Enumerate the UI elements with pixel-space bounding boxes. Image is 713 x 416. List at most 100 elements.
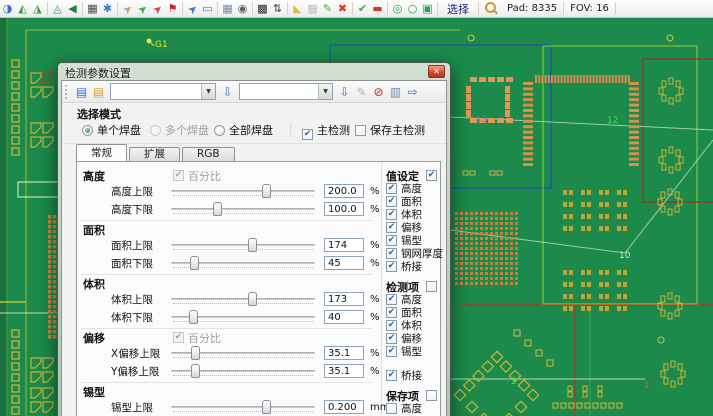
delete-icon[interactable]: ✖ — [335, 1, 350, 17]
slider-thumb[interactable] — [191, 346, 200, 360]
checkbox-icon: ✔ — [386, 248, 397, 259]
slider[interactable] — [171, 345, 315, 361]
chevron-down-icon[interactable]: ▼ — [318, 84, 332, 99]
diamond-pad — [500, 361, 511, 372]
apply-config-left-icon[interactable]: ⇩ — [219, 83, 236, 100]
close-button[interactable]: ✕ — [428, 65, 445, 78]
value-input[interactable]: 35.1 — [324, 364, 364, 378]
value-input[interactable]: 40 — [324, 310, 364, 324]
chevron-down-icon[interactable]: ▼ — [201, 84, 215, 99]
value-input[interactable]: 45 — [324, 256, 364, 270]
pcb-pad — [523, 141, 533, 144]
tab-常规[interactable]: 常规 — [76, 144, 127, 161]
pcb-pad — [470, 222, 473, 225]
export-icon[interactable]: ⇨ — [404, 83, 421, 100]
dialog-titlebar[interactable]: 检测参数设置 ✕ — [61, 65, 447, 80]
pcb-pad — [596, 75, 598, 83]
tab-扩展[interactable]: 扩展 — [129, 147, 180, 161]
value-input[interactable]: 0.200 — [324, 400, 364, 414]
slider[interactable] — [171, 183, 315, 199]
value-input[interactable]: 100.0 — [324, 202, 364, 216]
percent-checkbox[interactable]: ✔百分比 — [173, 168, 221, 184]
table-icon[interactable]: ▦ — [220, 1, 235, 17]
check-item[interactable]: ✔桥接 — [386, 260, 443, 273]
magnifier-icon[interactable] — [485, 2, 496, 13]
slider-thumb[interactable] — [262, 184, 271, 198]
percent-checkbox[interactable]: ✔百分比 — [173, 330, 221, 346]
mode-radio[interactable]: 多个焊盘 — [150, 122, 209, 138]
edit-config-icon[interactable]: ✎ — [353, 83, 370, 100]
diamond-pad — [473, 370, 484, 381]
pcb-pad — [460, 217, 463, 220]
save-config-icon[interactable]: ▤ — [90, 83, 107, 100]
pcb-pad — [661, 296, 665, 302]
slider[interactable] — [171, 291, 315, 307]
tile-view-icon[interactable]: ▩ — [255, 1, 270, 17]
check-item[interactable]: ✔桥接 — [386, 369, 443, 382]
load-config-icon[interactable]: ▤ — [73, 83, 90, 100]
check-item[interactable]: ✔锡型 — [386, 345, 443, 358]
edit-icon[interactable]: ✎ — [320, 1, 335, 17]
slider[interactable] — [171, 255, 315, 271]
image-icon[interactable]: ▦ — [85, 1, 100, 17]
grid-icon[interactable]: ▦ — [305, 1, 320, 17]
tab-RGB[interactable]: RGB — [182, 147, 235, 161]
slider[interactable] — [171, 237, 315, 253]
slider[interactable] — [171, 201, 315, 217]
target-icon[interactable]: ◎ — [390, 1, 405, 17]
tools-icon[interactable]: ✱ — [100, 1, 115, 17]
value-input[interactable]: 35.1 — [324, 346, 364, 360]
param-group-体积: 体积体积上限173%体积下限40% — [77, 277, 381, 326]
config-combo-1[interactable]: ▼ — [110, 83, 216, 100]
select-button[interactable]: 选择 — [447, 1, 469, 17]
slider-thumb[interactable] — [248, 238, 257, 252]
camera-icon[interactable]: ◉ — [235, 1, 250, 17]
config-combo-2[interactable]: ▼ — [239, 83, 333, 100]
pcb-pad — [460, 232, 463, 235]
confirm-icon[interactable]: ✔ — [355, 1, 370, 17]
section-master-checkbox[interactable] — [426, 281, 437, 292]
slider-thumb[interactable] — [190, 256, 199, 270]
value-input[interactable]: 173 — [324, 292, 364, 306]
pcb-pad — [465, 242, 468, 245]
pcb-pad — [629, 152, 639, 155]
remove-icon[interactable]: ▬ — [370, 1, 385, 17]
slider[interactable] — [171, 399, 315, 415]
sort-az-icon[interactable]: ⇅ — [270, 1, 285, 17]
value-input[interactable]: 174 — [324, 238, 364, 252]
value-input[interactable]: 200.0 — [324, 184, 364, 198]
pcb-pad — [490, 217, 493, 220]
slider-row: 体积上限173% — [77, 290, 381, 308]
slider-thumb[interactable] — [189, 310, 198, 324]
pcb-pad — [515, 272, 518, 275]
zoom-fit-icon[interactable]: ◮ — [30, 1, 45, 17]
pcb-pad — [599, 282, 603, 287]
toolbar-grip — [65, 85, 70, 99]
mode-checkbox[interactable]: 保存主检测 — [355, 122, 425, 138]
pcb-pad — [480, 217, 483, 220]
mode-checkbox[interactable]: ✔主检测 — [302, 122, 350, 140]
slider[interactable] — [171, 309, 315, 325]
megaphone-icon[interactable]: ◀ — [65, 1, 80, 17]
slider-thumb[interactable] — [213, 202, 222, 216]
checkbox-icon: ✔ — [173, 170, 184, 181]
slider-thumb[interactable] — [248, 292, 257, 306]
section-master-checkbox[interactable]: ✔ — [426, 170, 437, 181]
save-icon[interactable]: ▥ — [387, 83, 404, 100]
pcb-pad — [475, 272, 478, 275]
zoom-region-icon[interactable]: ◭ — [15, 1, 30, 17]
mode-radio[interactable]: 全部焊盘 — [214, 122, 273, 138]
section-master-checkbox[interactable] — [426, 390, 437, 401]
circle-icon[interactable]: ○ — [405, 1, 420, 17]
apply-config-right-icon[interactable]: ⇩ — [336, 83, 353, 100]
slider-thumb[interactable] — [262, 400, 271, 414]
slider[interactable] — [171, 363, 315, 379]
ruler-icon[interactable]: ◣ — [290, 1, 305, 17]
stop-icon[interactable]: ▣ — [420, 1, 435, 17]
measure-icon[interactable]: ◬ — [50, 1, 65, 17]
pcb-pad — [485, 237, 488, 240]
slider-thumb[interactable] — [191, 364, 200, 378]
block-icon[interactable]: ⊘ — [370, 83, 387, 100]
pan-icon[interactable]: ◑ — [0, 1, 15, 17]
mode-radio[interactable]: 单个焊盘 — [82, 122, 141, 138]
